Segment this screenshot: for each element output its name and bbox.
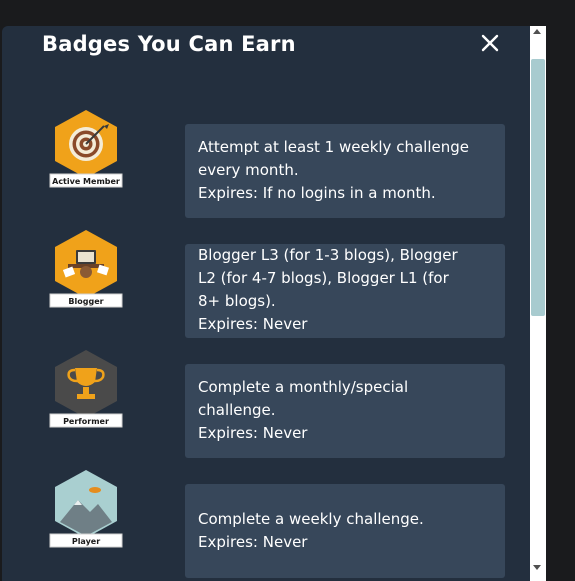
badge-description-card: Complete a weekly challenge. Expires: Ne… [185, 484, 505, 578]
badges-modal: Badges You Can Earn Active Member Attemp… [2, 26, 530, 581]
badge-description-line: Complete a weekly challenge. [198, 510, 424, 528]
badge-label: Performer [63, 417, 109, 426]
performer-badge: Performer [46, 346, 126, 436]
scroll-up-arrow-icon[interactable] [533, 29, 541, 34]
player-badge: Player [46, 466, 126, 556]
scroll-thumb[interactable] [531, 59, 545, 316]
badge-description-line: 8+ blogs). [198, 292, 276, 310]
blogger-badge: Blogger [46, 226, 126, 316]
active-member-badge: Active Member [46, 106, 126, 196]
badge-description-line: Expires: Never [198, 424, 308, 442]
badge-description-line: L2 (for 4-7 blogs), Blogger L1 (for [198, 269, 449, 287]
badge-description-line: Blogger L3 (for 1-3 blogs), Blogger [198, 246, 458, 264]
badge-label: Player [72, 537, 100, 546]
scroll-down-arrow-icon[interactable] [533, 565, 541, 570]
badge-description-line: every month. [198, 161, 299, 179]
badge-label: Active Member [52, 177, 120, 186]
scrollbar[interactable] [530, 26, 546, 581]
badge-description-line: challenge. [198, 401, 276, 419]
modal-title: Badges You Can Earn [42, 32, 296, 56]
close-button[interactable] [476, 29, 504, 57]
badge-description-line: Expires: Never [198, 533, 308, 551]
badge-description-line: Expires: If no logins in a month. [198, 184, 436, 202]
badge-description-card: Attempt at least 1 weekly challenge ever… [185, 124, 505, 218]
badge-description-line: Expires: Never [198, 315, 308, 333]
badge-description-card: Blogger L3 (for 1-3 blogs), Blogger L2 (… [185, 244, 505, 338]
close-icon [481, 34, 499, 52]
badge-description-line: Attempt at least 1 weekly challenge [198, 138, 469, 156]
badge-label: Blogger [68, 297, 103, 306]
badge-description-line: Complete a monthly/special [198, 378, 409, 396]
badge-description-card: Complete a monthly/special challenge. Ex… [185, 364, 505, 458]
